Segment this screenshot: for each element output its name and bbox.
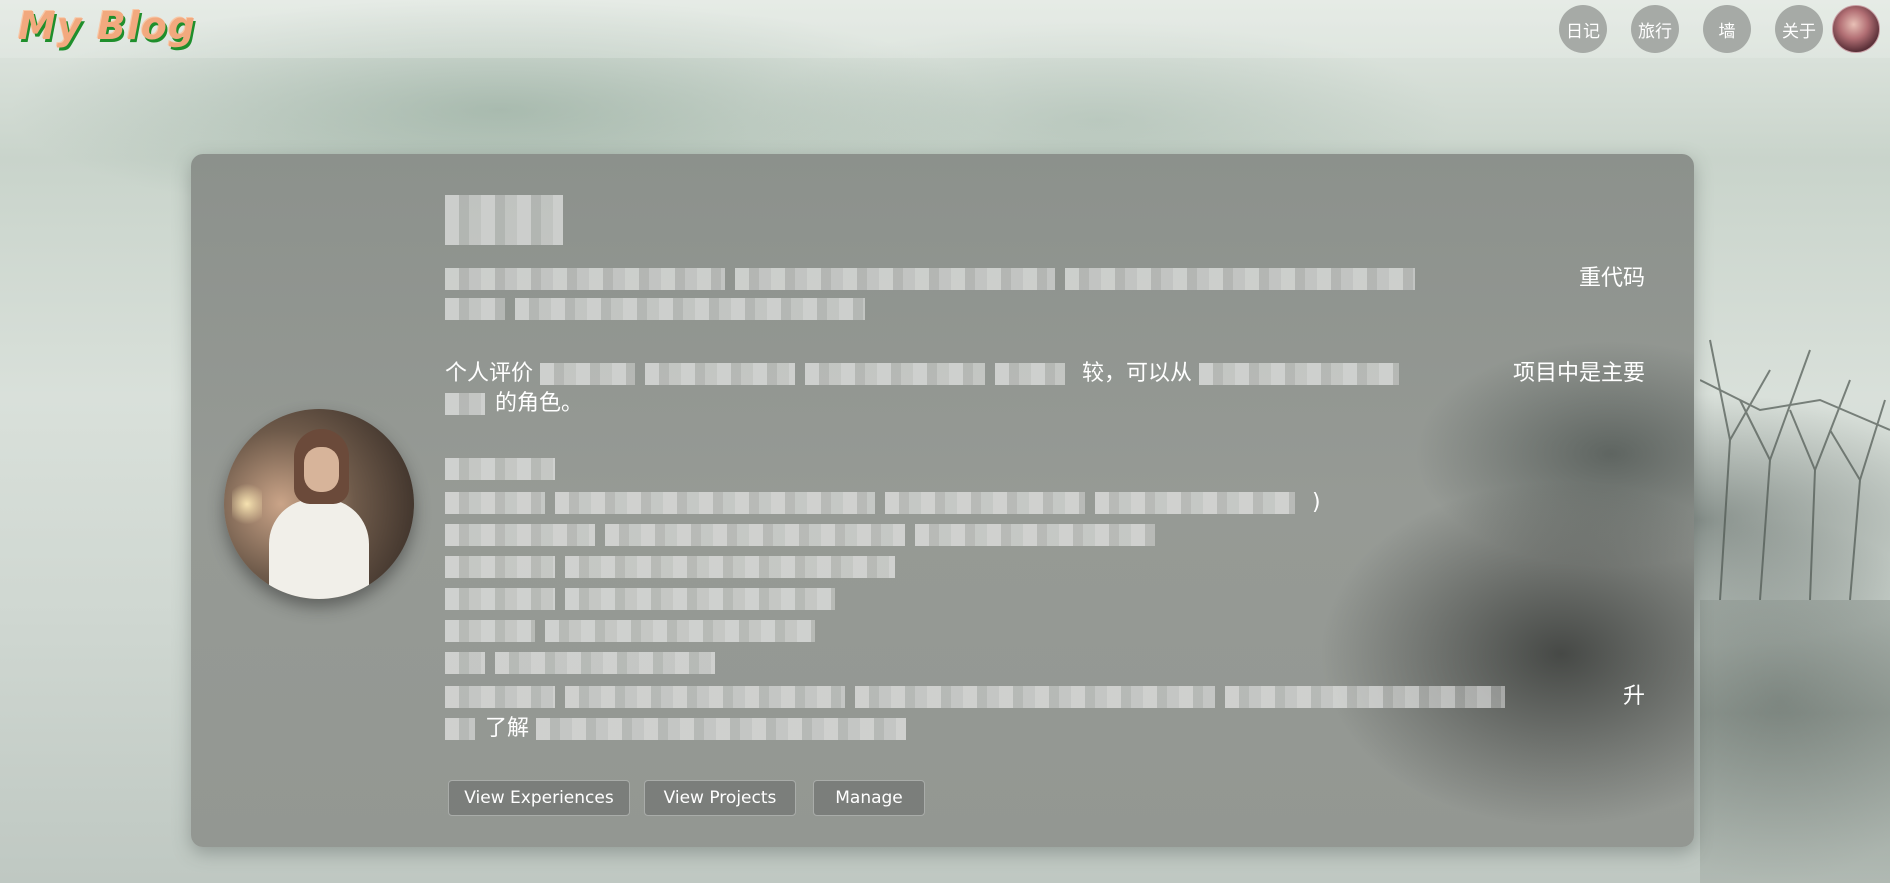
skills-line-5 [445, 616, 1645, 646]
skills-line-3 [445, 552, 1645, 582]
redacted-name [445, 195, 563, 245]
evaluation-prefix: 个人评价 [445, 361, 534, 386]
profile-name [445, 192, 573, 245]
evaluation-line-2-text: 的角色。 [495, 391, 584, 416]
nav-diary[interactable]: 日记 [1559, 5, 1607, 53]
intro-line-2 [445, 294, 1645, 324]
view-experiences-button[interactable]: View Experiences [448, 780, 630, 816]
evaluation-line-2: 的角色。 [445, 389, 1645, 419]
photo-figure [269, 499, 369, 599]
skills-line-1-tail: ) [1312, 490, 1321, 515]
site-logo[interactable]: My Blog [18, 4, 196, 48]
evaluation-tail: 项目中是主要 [1512, 361, 1645, 386]
skills-line-7-tail: 升 [1622, 684, 1645, 709]
skills-line-8-fragment: 了解 [485, 716, 530, 741]
skills-line-7: 升 [445, 682, 1645, 712]
photo-face [304, 447, 339, 492]
evaluation-line-1: 个人评价 较，可以从 项目中是主要 [445, 359, 1645, 389]
nav-about[interactable]: 关于 [1775, 5, 1823, 53]
profile-card: 重代码 个人评价 较，可以从 项目中是主要 的角色。 ) 升 了解 View E… [191, 154, 1694, 847]
background-trees [1700, 339, 1890, 600]
photo-background-lights [232, 479, 262, 529]
intro-line-1: 重代码 [445, 264, 1645, 294]
background-lake [1700, 600, 1890, 883]
skills-line-2 [445, 520, 1645, 550]
nav-wall[interactable]: 墙 [1703, 5, 1751, 53]
skills-line-6 [445, 648, 1645, 678]
intro-line-1-tail: 重代码 [1578, 266, 1645, 291]
top-header: My Blog 日记 旅行 墙 关于 [0, 0, 1890, 58]
skills-line-1: ) [445, 488, 1645, 518]
evaluation-fragment: 较，可以从 [1082, 361, 1193, 386]
nav-travel[interactable]: 旅行 [1631, 5, 1679, 53]
skills-line-4 [445, 584, 1645, 614]
profile-photo [224, 409, 414, 599]
manage-button[interactable]: Manage [813, 780, 925, 816]
view-projects-button[interactable]: View Projects [644, 780, 796, 816]
skills-heading [445, 454, 1645, 484]
skills-line-8: 了解 [445, 714, 1645, 744]
user-avatar[interactable] [1832, 5, 1880, 53]
